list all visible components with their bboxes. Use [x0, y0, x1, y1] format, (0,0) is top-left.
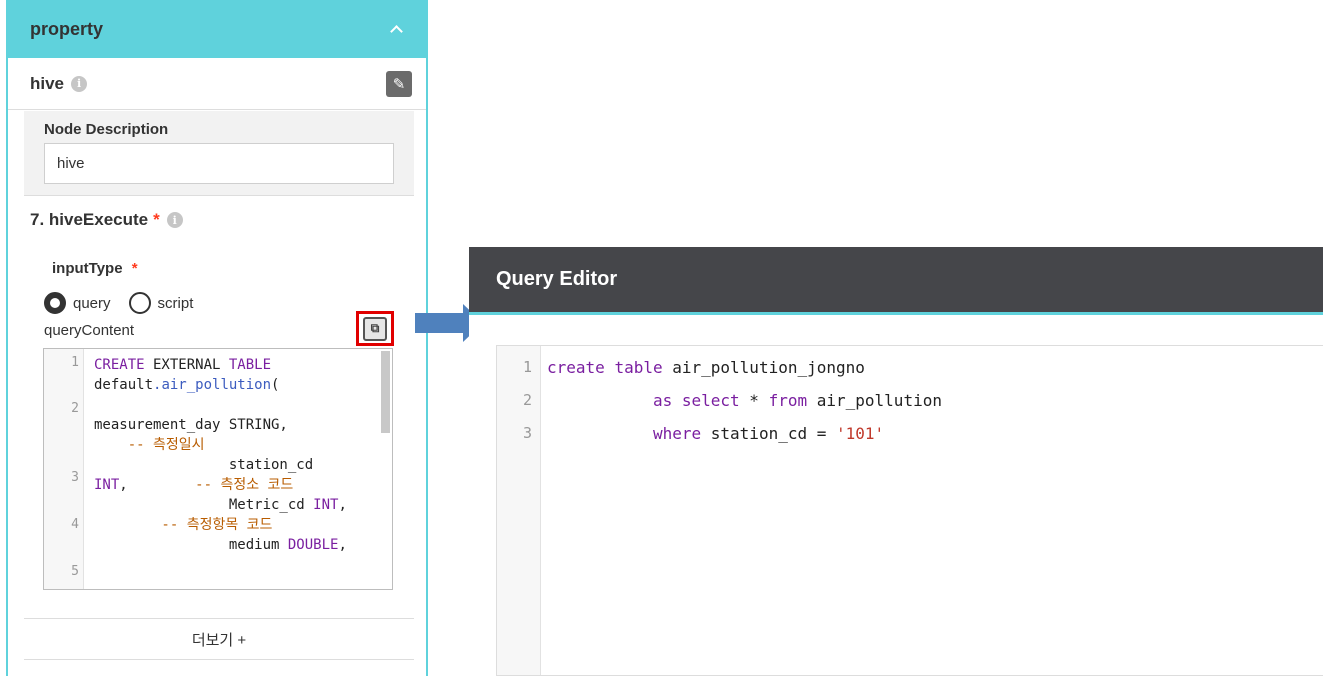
code-line: create table air_pollution_jongno — [547, 358, 865, 377]
query-content-label: queryContent — [44, 322, 135, 339]
code-token: INT — [313, 497, 339, 513]
section-title-text: 7. hiveExecute — [30, 210, 149, 229]
open-editor-button[interactable]: ⧉ — [356, 311, 394, 346]
code-token: EXTERNAL — [144, 357, 229, 373]
radio-option-query[interactable]: query — [44, 292, 111, 314]
line-number: 2 — [522, 391, 532, 409]
code-token: Metric_cd — [94, 497, 314, 513]
code-token: select — [681, 391, 740, 410]
node-name: hive — [30, 73, 65, 93]
input-type-label: inputType * — [52, 260, 138, 277]
code-content: CREATE EXTERNAL TABLE default.air_pollut… — [94, 355, 378, 555]
radio-script-label: script — [157, 294, 194, 312]
radio-query-label: query — [73, 294, 111, 312]
query-editor-area[interactable]: 1 2 3 create table air_pollution_jongno … — [496, 345, 1323, 676]
line-number: 2 — [71, 401, 79, 416]
more-button[interactable]: 더보기 + — [24, 618, 414, 660]
code-token: .air_pollution — [153, 377, 272, 393]
line-number: 1 — [522, 358, 532, 376]
line-number-gutter: 1 2 3 — [497, 346, 541, 675]
line-number: 3 — [71, 470, 79, 485]
radio-query[interactable] — [44, 292, 66, 314]
radio-option-script[interactable]: script — [128, 292, 194, 314]
code-token: where — [652, 424, 702, 443]
code-token: air_pollution — [807, 391, 942, 410]
edit-icon[interactable]: ✎ — [386, 70, 412, 97]
line-number: 3 — [522, 424, 532, 442]
query-content-editor[interactable]: 1 2 3 4 5 CREATE EXTERNAL TABLE default.… — [43, 348, 393, 590]
code-token: ( — [271, 377, 280, 393]
input-type-label-text: inputType — [52, 260, 123, 277]
code-token: from — [768, 391, 808, 410]
code-string: '101' — [836, 424, 885, 443]
code-token: station_cd = — [701, 424, 836, 443]
code-comment: -- 측정항목 코드 — [94, 517, 273, 533]
panel-title: property — [30, 18, 104, 39]
code-token: INT — [94, 477, 120, 493]
input-type-radio-group: query script — [44, 292, 211, 314]
code-token: measurement_day STRING, — [94, 417, 288, 433]
radio-script[interactable] — [128, 292, 151, 314]
line-number: 5 — [71, 564, 79, 579]
code-line: where station_cd = '101' — [547, 424, 884, 443]
code-line: as select * from air_pollution — [547, 391, 942, 410]
code-token: , — [338, 537, 347, 553]
code-token: , — [119, 477, 128, 493]
required-mark: * — [153, 210, 160, 229]
code-token: CREATE — [94, 357, 145, 373]
code-comment: -- 측정일시 — [94, 437, 205, 453]
code-token: TABLE — [228, 357, 272, 373]
code-token: medium — [94, 537, 288, 553]
query-editor-header: Query Editor — [469, 247, 1323, 315]
required-mark: * — [131, 260, 138, 277]
node-row: hive i ✎ — [8, 58, 426, 110]
code-token: air_pollution_jongno — [662, 358, 865, 377]
node-description-label: Node Description — [44, 121, 169, 138]
node-description-input[interactable] — [44, 143, 394, 184]
info-icon[interactable]: i — [166, 212, 183, 228]
code-scrollbar[interactable] — [381, 351, 390, 433]
line-number: 4 — [71, 517, 79, 532]
code-token: station_cd — [94, 457, 314, 473]
chevron-up-icon[interactable] — [390, 23, 402, 35]
open-editor-icon: ⧉ — [363, 316, 387, 341]
line-number-gutter: 1 2 3 4 5 — [44, 349, 84, 589]
node-description-box: Node Description — [24, 111, 414, 196]
line-number: 1 — [71, 355, 79, 370]
section-title: 7. hiveExecute * i — [30, 210, 183, 230]
property-panel-header[interactable]: property — [8, 0, 426, 58]
code-token: , — [338, 497, 347, 513]
property-panel: property hive i ✎ Node Description 7. hi… — [6, 0, 428, 676]
code-token: default — [94, 377, 154, 393]
query-editor: Query Editor 1 2 3 create table air_poll… — [469, 247, 1323, 676]
info-icon[interactable]: i — [71, 75, 88, 92]
code-token: * — [739, 391, 769, 410]
code-token: as — [652, 391, 673, 410]
code-token: create — [547, 358, 605, 377]
query-editor-title: Query Editor — [496, 268, 618, 290]
code-comment: -- 측정소 코드 — [127, 477, 294, 493]
arrow-right-icon — [415, 313, 465, 333]
code-token: DOUBLE — [287, 537, 339, 553]
code-token: table — [614, 358, 663, 377]
